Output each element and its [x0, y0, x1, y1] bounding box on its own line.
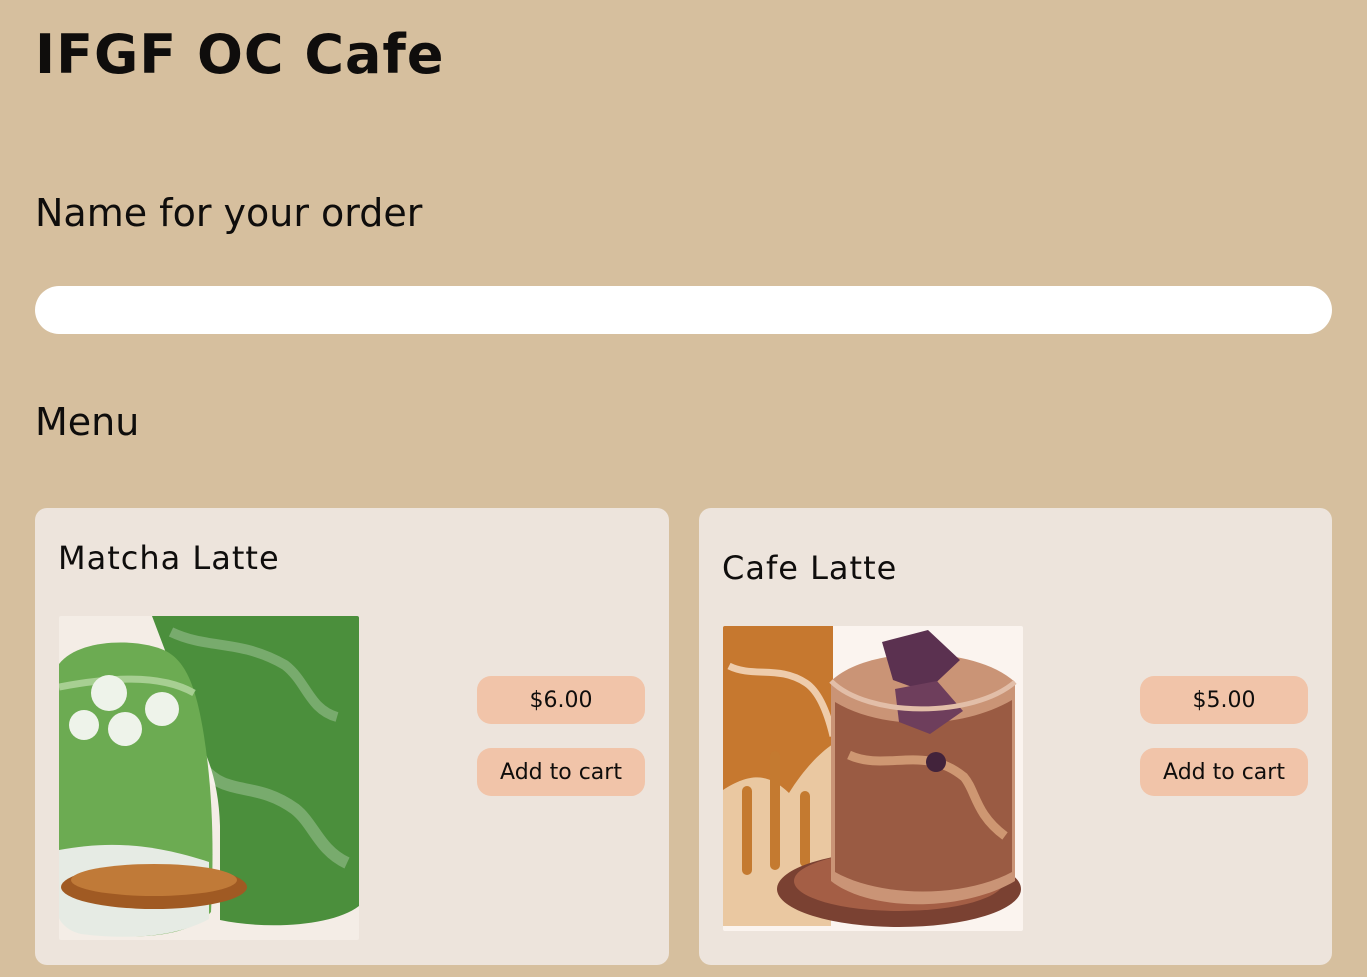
page-title: IFGF OC Cafe: [35, 23, 445, 86]
add-to-cart-button[interactable]: Add to cart: [477, 748, 645, 796]
menu-item-name: Matcha Latte: [58, 539, 280, 577]
matcha-latte-image: [59, 616, 359, 940]
price-tag: $5.00: [1140, 676, 1308, 724]
cafe-latte-image: [723, 626, 1023, 931]
menu-item-cafe-latte: Cafe Latte $5.00 Add to cart: [699, 508, 1332, 965]
menu-item-name: Cafe Latte: [722, 549, 898, 587]
menu-heading: Menu: [35, 400, 140, 444]
price-tag: $6.00: [477, 676, 645, 724]
order-name-label: Name for your order: [35, 191, 423, 235]
order-name-input[interactable]: [35, 286, 1332, 334]
add-to-cart-button[interactable]: Add to cart: [1140, 748, 1308, 796]
menu-item-matcha-latte: Matcha Latte $6.00 Add to cart: [35, 508, 669, 965]
